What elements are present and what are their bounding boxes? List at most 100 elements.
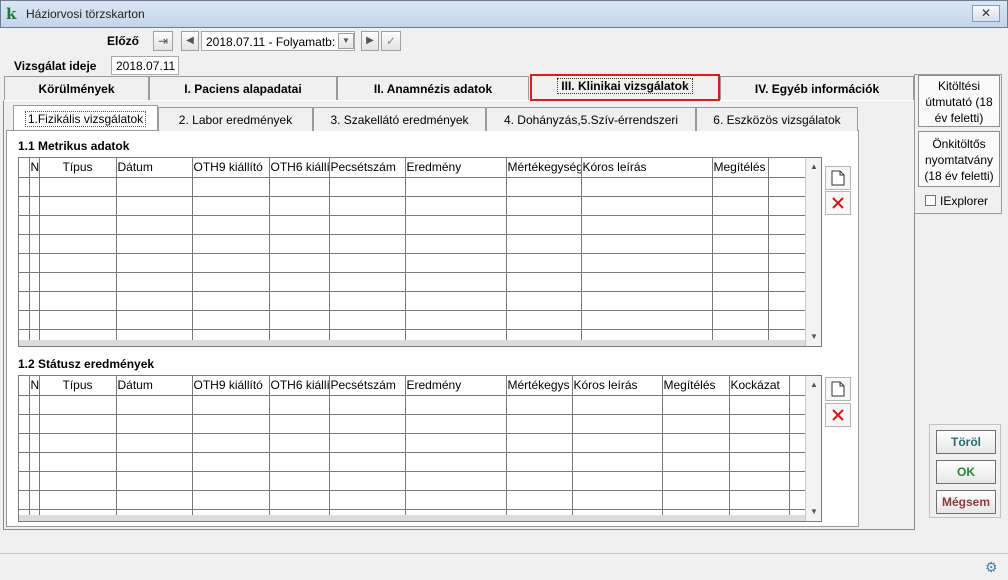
iexplorer-checkbox[interactable] <box>925 195 936 206</box>
table-cell[interactable] <box>19 395 30 415</box>
delete-row-button[interactable] <box>825 191 851 215</box>
table-cell[interactable] <box>39 310 117 330</box>
table-cell[interactable] <box>269 395 330 415</box>
table-cell[interactable] <box>729 452 790 472</box>
table-cell[interactable] <box>506 433 573 453</box>
table-cell[interactable] <box>116 272 193 292</box>
table-cell[interactable] <box>581 272 713 292</box>
table-cell[interactable] <box>116 433 193 453</box>
col-header-datum[interactable]: Dátum <box>116 158 193 178</box>
col-header-n[interactable]: N <box>29 158 40 178</box>
col-header[interactable] <box>19 376 30 396</box>
table-cell[interactable] <box>329 177 406 197</box>
tab-paciens-alapadatai[interactable]: I. Paciens alapadatai <box>149 76 337 100</box>
table-cell[interactable] <box>29 234 40 254</box>
table-cell[interactable] <box>506 253 582 273</box>
table-cell[interactable] <box>506 490 573 510</box>
table-cell[interactable] <box>269 272 330 292</box>
table-cell[interactable] <box>192 291 270 311</box>
col-header-koros-leiras[interactable]: Kóros leírás <box>581 158 713 178</box>
table-cell[interactable] <box>269 215 330 235</box>
col-header-megiteles[interactable]: Megítélés <box>662 376 730 396</box>
table-cell[interactable] <box>19 196 30 216</box>
col-header-mertekegyseg[interactable]: Mértékegység <box>506 158 582 178</box>
table-cell[interactable] <box>581 253 713 273</box>
metrikus-grid[interactable]: N Típus Dátum OTH9 kiállító OTH6 kiállí … <box>18 157 822 347</box>
table-cell[interactable] <box>192 395 270 415</box>
table-cell[interactable] <box>192 414 270 434</box>
table-row[interactable] <box>19 272 806 292</box>
table-cell[interactable] <box>572 452 663 472</box>
table-cell[interactable] <box>19 414 30 434</box>
table-row[interactable] <box>19 291 806 311</box>
col-header-n[interactable]: N <box>29 376 40 396</box>
table-cell[interactable] <box>712 253 769 273</box>
table-cell[interactable] <box>572 414 663 434</box>
table-cell[interactable] <box>329 291 406 311</box>
table-cell[interactable] <box>506 395 573 415</box>
table-cell[interactable] <box>329 433 406 453</box>
table-cell[interactable] <box>329 471 406 491</box>
new-row-button[interactable] <box>825 166 851 190</box>
table-row[interactable] <box>19 253 806 273</box>
table-row[interactable] <box>19 471 806 491</box>
table-cell[interactable] <box>329 234 406 254</box>
table-cell[interactable] <box>269 196 330 216</box>
table-cell[interactable] <box>405 291 507 311</box>
ok-button[interactable]: OK <box>936 460 996 484</box>
table-cell[interactable] <box>19 310 30 330</box>
table-row[interactable] <box>19 490 806 510</box>
prev-arrow-button[interactable]: ◀ <box>181 31 199 51</box>
table-cell[interactable] <box>729 471 790 491</box>
table-cell[interactable] <box>662 490 730 510</box>
table-cell[interactable] <box>116 490 193 510</box>
col-header-tipus[interactable]: Típus <box>39 376 117 396</box>
table-cell[interactable] <box>506 272 582 292</box>
table-cell[interactable] <box>192 253 270 273</box>
table-cell[interactable] <box>29 215 40 235</box>
scroll-up-icon[interactable]: ▲ <box>807 159 821 175</box>
col-header-pecsetszam[interactable]: Pecsétszám <box>329 158 406 178</box>
table-cell[interactable] <box>39 291 117 311</box>
col-header-oth6[interactable]: OTH6 kiállí <box>269 376 330 396</box>
table-cell[interactable] <box>506 234 582 254</box>
table-cell[interactable] <box>506 215 582 235</box>
table-cell[interactable] <box>572 433 663 453</box>
table-cell[interactable] <box>405 272 507 292</box>
table-cell[interactable] <box>192 471 270 491</box>
table-cell[interactable] <box>768 177 806 197</box>
visit-select[interactable]: 2018.07.11 - Folyamatb: ▼ <box>201 31 355 51</box>
col-header[interactable] <box>768 158 806 178</box>
table-cell[interactable] <box>329 272 406 292</box>
new-row-button[interactable] <box>825 377 851 401</box>
table-cell[interactable] <box>192 310 270 330</box>
table-cell[interactable] <box>712 234 769 254</box>
table-cell[interactable] <box>789 414 806 434</box>
col-header-datum[interactable]: Dátum <box>116 376 193 396</box>
table-cell[interactable] <box>662 452 730 472</box>
table-cell[interactable] <box>712 272 769 292</box>
table-cell[interactable] <box>572 471 663 491</box>
table-cell[interactable] <box>329 490 406 510</box>
delete-button[interactable]: Töröl <box>936 430 996 454</box>
table-cell[interactable] <box>29 414 40 434</box>
table-row[interactable] <box>19 196 806 216</box>
col-header[interactable] <box>789 376 806 396</box>
table-cell[interactable] <box>29 471 40 491</box>
table-cell[interactable] <box>116 234 193 254</box>
table-cell[interactable] <box>768 234 806 254</box>
table-cell[interactable] <box>789 433 806 453</box>
table-cell[interactable] <box>729 414 790 434</box>
col-header[interactable] <box>19 158 30 178</box>
table-cell[interactable] <box>768 291 806 311</box>
table-row[interactable] <box>19 395 806 415</box>
table-row[interactable] <box>19 452 806 472</box>
table-cell[interactable] <box>405 234 507 254</box>
table-cell[interactable] <box>712 177 769 197</box>
table-cell[interactable] <box>269 433 330 453</box>
table-cell[interactable] <box>789 452 806 472</box>
horizontal-scrollbar[interactable] <box>19 340 805 346</box>
col-header-oth6[interactable]: OTH6 kiállí <box>269 158 330 178</box>
table-cell[interactable] <box>712 196 769 216</box>
table-cell[interactable] <box>19 490 30 510</box>
